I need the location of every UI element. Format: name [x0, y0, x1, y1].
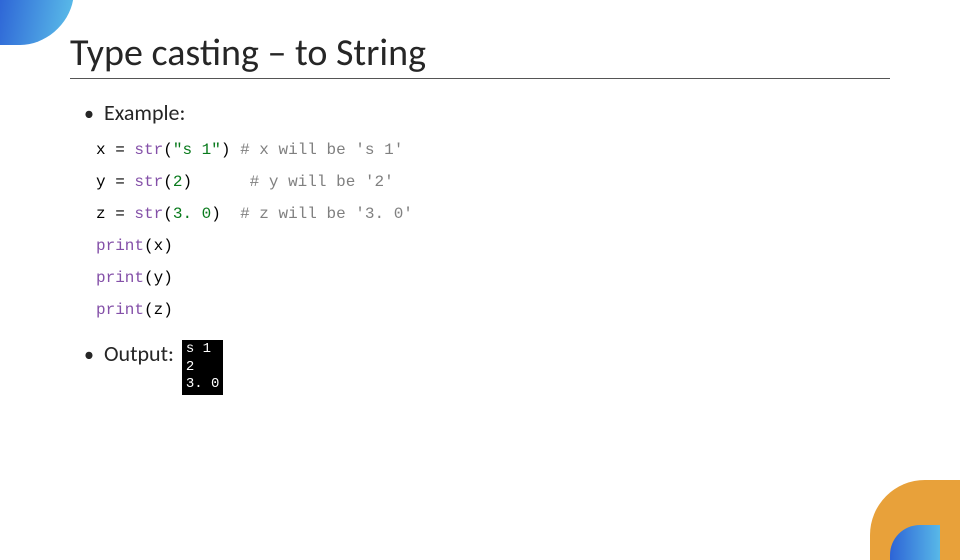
- terminal-output: s 1 2 3. 0: [182, 340, 224, 395]
- output-line-3: 3. 0: [186, 376, 220, 392]
- output-row: Output: s 1 2 3. 0: [84, 340, 890, 395]
- corner-decoration-bottom-right: [860, 470, 960, 560]
- output-label: Output:: [104, 340, 174, 367]
- example-label: Example:: [104, 99, 185, 126]
- slide-content: Type casting – to String Example: x = st…: [0, 0, 960, 395]
- output-bullet: Output:: [84, 340, 174, 367]
- code-example: x = str("s 1") # x will be 's 1' y = str…: [96, 134, 890, 326]
- corner-decoration-top-left: [0, 0, 80, 50]
- slide-title: Type casting – to String: [70, 30, 890, 79]
- code-line-5: print(y): [96, 269, 173, 287]
- output-line-2: 2: [186, 359, 194, 375]
- code-line-6: print(z): [96, 301, 173, 319]
- output-line-1: s 1: [186, 341, 211, 357]
- code-line-2: y = str(2) # y will be '2': [96, 173, 394, 191]
- blue-wave-icon: [0, 0, 75, 45]
- example-bullet: Example:: [84, 99, 890, 126]
- code-line-4: print(x): [96, 237, 173, 255]
- code-line-3: z = str(3. 0) # z will be '3. 0': [96, 205, 413, 223]
- code-line-1: x = str("s 1") # x will be 's 1': [96, 141, 403, 159]
